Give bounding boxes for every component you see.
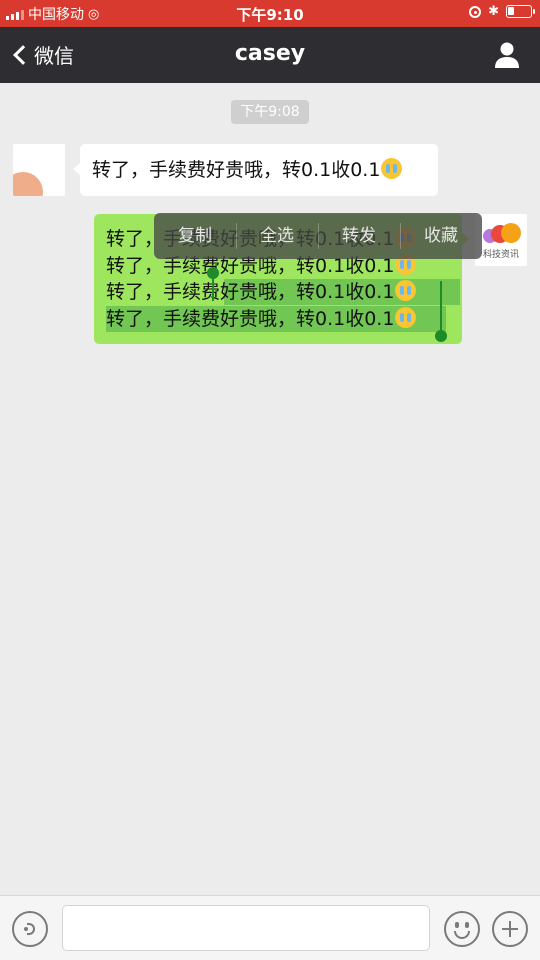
my-avatar[interactable]: 科技资讯 [475, 214, 527, 266]
favorite-button[interactable]: 收藏 [400, 213, 482, 259]
selection-end-handle[interactable] [435, 330, 447, 342]
status-bar: 中国移动 ◎ 下午9:10 ✱ [0, 0, 540, 27]
message-input[interactable] [62, 905, 430, 951]
forward-button[interactable]: 转发 [318, 213, 400, 259]
select-all-button[interactable]: 全选 [236, 213, 318, 259]
nav-bar: 微信 casey [0, 27, 540, 83]
outgoing-line-text: 转了，手续费好贵哦，转0.1收0.1 [106, 281, 395, 303]
selection-end-line [440, 281, 442, 331]
chat-area[interactable]: 下午9:08 转了，手续费好贵哦，转0.1收0.1 转了，手续费好贵哦，转0.1… [0, 83, 540, 895]
person-icon[interactable] [494, 41, 520, 69]
avatar-caption: 科技资讯 [482, 250, 519, 260]
crying-face-emoji-icon [381, 158, 403, 179]
status-right: ✱ [469, 4, 535, 19]
rotation-lock-icon [469, 5, 482, 18]
outgoing-line-text: 转了，手续费好贵哦，转0.1收0.1 [106, 307, 395, 330]
voice-icon[interactable] [12, 911, 48, 947]
bluetooth-icon: ✱ [488, 4, 499, 19]
incoming-message-text: 转了，手续费好贵哦，转0.1收0.1 [92, 159, 381, 181]
chat-title: casey [234, 41, 306, 66]
contact-avatar[interactable] [13, 144, 65, 196]
emoji-icon[interactable] [444, 911, 480, 947]
input-bar [0, 895, 540, 960]
outgoing-line: 转了，手续费好贵哦，转0.1收0.1 [106, 305, 450, 333]
outgoing-line: 转了，手续费好贵哦，转0.1收0.1 [106, 279, 460, 306]
crying-face-emoji-icon [395, 306, 417, 328]
status-time: 下午9:10 [236, 6, 304, 24]
message-timestamp: 下午9:08 [231, 100, 309, 124]
incoming-message[interactable]: 转了，手续费好贵哦，转0.1收0.1 [73, 144, 438, 196]
selection-start-handle[interactable] [207, 267, 219, 279]
plus-icon[interactable] [492, 911, 528, 947]
copy-button[interactable]: 复制 [154, 213, 236, 259]
text-context-menu: 复制 全选 转发 收藏 [154, 213, 482, 259]
battery-icon [506, 5, 535, 18]
